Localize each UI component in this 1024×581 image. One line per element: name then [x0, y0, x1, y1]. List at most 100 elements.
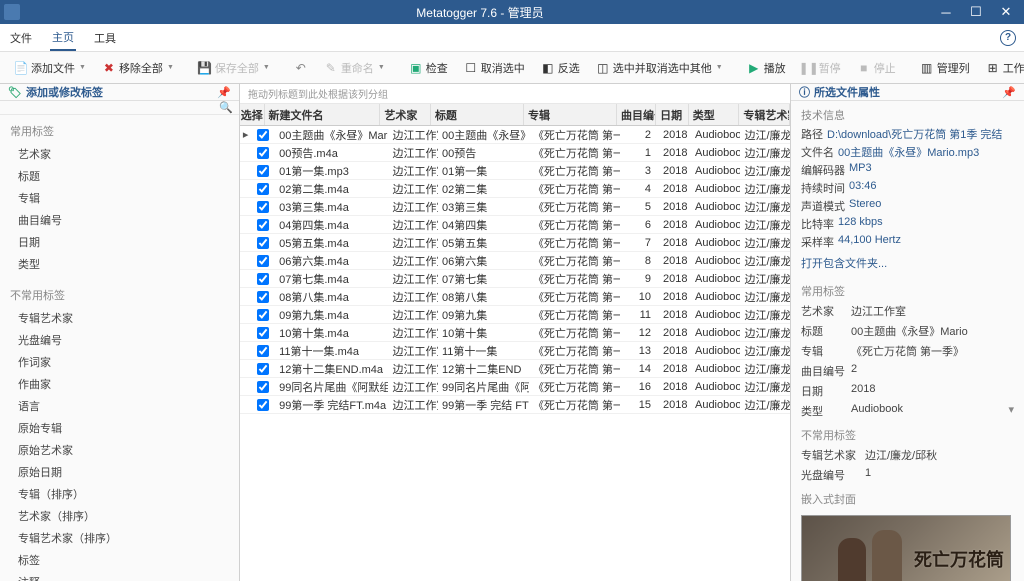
- row-checkbox-cell[interactable]: [251, 165, 275, 177]
- row-checkbox-cell[interactable]: [251, 273, 275, 285]
- col-date[interactable]: 日期: [656, 104, 689, 125]
- tag-item[interactable]: 艺术家: [0, 143, 239, 165]
- save-all-button[interactable]: 💾保存全部▼: [192, 57, 276, 79]
- table-row[interactable]: 03第三集.m4a边江工作室03第三集《死亡万花筒 第一季》52018Audio…: [240, 198, 790, 216]
- col-track[interactable]: 曲目编号: [617, 104, 656, 125]
- row-checkbox-cell[interactable]: [251, 201, 275, 213]
- row-checkbox-cell[interactable]: [251, 291, 275, 303]
- row-checkbox[interactable]: [257, 129, 269, 141]
- workspace-button[interactable]: ⊞工作空间▼: [980, 57, 1024, 79]
- table-row[interactable]: 09第九集.m4a边江工作室09第九集《死亡万花筒 第一季》112018Audi…: [240, 306, 790, 324]
- row-checkbox[interactable]: [257, 255, 269, 267]
- col-title[interactable]: 标题: [431, 104, 524, 125]
- table-row[interactable]: 01第一集.mp3边江工作室01第一集《死亡万花筒 第一季》32018Audio…: [240, 162, 790, 180]
- tag-search-input[interactable]: [6, 102, 219, 114]
- row-checkbox[interactable]: [257, 201, 269, 213]
- table-row[interactable]: 04第四集.m4a边江工作室04第四集《死亡万花筒 第一季》62018Audio…: [240, 216, 790, 234]
- tag-item[interactable]: 曲目编号: [0, 209, 239, 231]
- row-checkbox[interactable]: [257, 309, 269, 321]
- row-checkbox-cell[interactable]: [251, 237, 275, 249]
- prop-album[interactable]: 《死亡万花筒 第一季》: [851, 343, 964, 359]
- table-row[interactable]: 08第八集.m4a边江工作室08第八集《死亡万花筒 第一季》102018Audi…: [240, 288, 790, 306]
- table-row[interactable]: 99第一季 完结FT.m4a边江工作室99第一季 完结 FT《死亡万花筒 第一季…: [240, 396, 790, 414]
- tag-item[interactable]: 作曲家: [0, 373, 239, 395]
- prop-album-artist[interactable]: 边江/廉龙/邱秋: [865, 447, 937, 463]
- row-checkbox-cell[interactable]: [251, 183, 275, 195]
- row-checkbox-cell[interactable]: [251, 255, 275, 267]
- help-icon[interactable]: ?: [1000, 30, 1016, 46]
- check-button[interactable]: ▣检查: [403, 57, 454, 79]
- tag-item[interactable]: 注释: [0, 571, 239, 581]
- tag-item[interactable]: 艺术家（排序）: [0, 505, 239, 527]
- minimize-button[interactable]: ─: [932, 2, 960, 22]
- tag-item[interactable]: 日期: [0, 231, 239, 253]
- table-row[interactable]: 00预告.m4a边江工作室00预告《死亡万花筒 第一季》12018Audiobo…: [240, 144, 790, 162]
- maximize-button[interactable]: ☐: [962, 2, 990, 22]
- col-album[interactable]: 专辑: [524, 104, 617, 125]
- row-checkbox[interactable]: [257, 219, 269, 231]
- tag-item[interactable]: 语言: [0, 395, 239, 417]
- row-checkbox[interactable]: [257, 345, 269, 357]
- close-button[interactable]: ✕: [992, 2, 1020, 22]
- manage-columns-button[interactable]: ▥管理列: [914, 57, 976, 79]
- table-row[interactable]: 11第十一集.m4a边江工作室11第十一集《死亡万花筒 第一季》132018Au…: [240, 342, 790, 360]
- prop-title[interactable]: 00主题曲《永昼》Mario: [851, 323, 968, 339]
- table-row[interactable]: 99同名片尾曲《阿默组》.mp3边江工作室99同名片尾曲《阿默组》《死亡万花筒 …: [240, 378, 790, 396]
- row-checkbox[interactable]: [257, 381, 269, 393]
- stop-button[interactable]: ■停止: [851, 57, 902, 79]
- col-artist[interactable]: 艺术家: [380, 104, 431, 125]
- row-checkbox-cell[interactable]: [251, 327, 275, 339]
- row-checkbox[interactable]: [257, 183, 269, 195]
- tag-item[interactable]: 标签: [0, 549, 239, 571]
- row-checkbox-cell[interactable]: [251, 309, 275, 321]
- menu-file[interactable]: 文件: [8, 26, 34, 50]
- row-checkbox[interactable]: [257, 363, 269, 375]
- table-row[interactable]: 02第二集.m4a边江工作室02第二集《死亡万花筒 第一季》42018Audio…: [240, 180, 790, 198]
- menu-home[interactable]: 主页: [50, 25, 76, 51]
- row-checkbox[interactable]: [257, 399, 269, 411]
- table-row[interactable]: 07第七集.m4a边江工作室07第七集《死亡万花筒 第一季》92018Audio…: [240, 270, 790, 288]
- tag-item[interactable]: 专辑艺术家（排序）: [0, 527, 239, 549]
- tag-item[interactable]: 原始艺术家: [0, 439, 239, 461]
- table-row[interactable]: ▸00主题曲《永昼》Mario.mp3边江工作室00主题曲《永昼》Mario《死…: [240, 126, 790, 144]
- col-select[interactable]: 选择: [240, 104, 265, 125]
- rename-button[interactable]: ✎重命名▼: [318, 57, 391, 79]
- row-checkbox-cell[interactable]: [251, 129, 275, 141]
- invert-button[interactable]: ◧反选: [535, 57, 586, 79]
- add-files-button[interactable]: 📄添加文件▼: [8, 57, 92, 79]
- pin-icon[interactable]: 📌: [217, 86, 231, 99]
- row-checkbox[interactable]: [257, 147, 269, 159]
- menu-tools[interactable]: 工具: [92, 26, 118, 50]
- deselect-button[interactable]: ☐取消选中: [458, 57, 531, 79]
- prop-artist[interactable]: 边江工作室: [851, 303, 906, 319]
- prop-disc[interactable]: 1: [865, 467, 871, 483]
- row-checkbox-cell[interactable]: [251, 363, 275, 375]
- row-checkbox-cell[interactable]: [251, 381, 275, 393]
- row-checkbox[interactable]: [257, 327, 269, 339]
- table-body[interactable]: ▸00主题曲《永昼》Mario.mp3边江工作室00主题曲《永昼》Mario《死…: [240, 126, 790, 581]
- col-genre[interactable]: 类型: [689, 104, 740, 125]
- row-checkbox[interactable]: [257, 291, 269, 303]
- row-checkbox-cell[interactable]: [251, 345, 275, 357]
- table-row[interactable]: 12第十二集END.m4a边江工作室12第十二集END《死亡万花筒 第一季》14…: [240, 360, 790, 378]
- row-checkbox-cell[interactable]: [251, 399, 275, 411]
- pin-icon[interactable]: 📌: [1002, 86, 1016, 99]
- row-checkbox-cell[interactable]: [251, 147, 275, 159]
- row-checkbox-cell[interactable]: [251, 219, 275, 231]
- row-checkbox[interactable]: [257, 165, 269, 177]
- col-album-artist[interactable]: 专辑艺术家: [739, 104, 790, 125]
- tag-item[interactable]: 专辑（排序）: [0, 483, 239, 505]
- table-row[interactable]: 05第五集.m4a边江工作室05第五集《死亡万花筒 第一季》72018Audio…: [240, 234, 790, 252]
- tag-item[interactable]: 作词家: [0, 351, 239, 373]
- prop-genre[interactable]: Audiobook: [851, 403, 903, 419]
- dropdown-icon[interactable]: ▾: [1008, 403, 1014, 419]
- search-icon[interactable]: 🔍: [219, 101, 233, 114]
- tag-item[interactable]: 专辑艺术家: [0, 307, 239, 329]
- row-checkbox[interactable]: [257, 273, 269, 285]
- tag-item[interactable]: 标题: [0, 165, 239, 187]
- tag-item[interactable]: 类型: [0, 253, 239, 275]
- cover-art[interactable]: 死亡万花筒: [801, 515, 1011, 581]
- tag-item[interactable]: 原始日期: [0, 461, 239, 483]
- open-folder-link[interactable]: 打开包含文件夹...: [791, 251, 1024, 277]
- undo-button[interactable]: ↶: [288, 58, 314, 78]
